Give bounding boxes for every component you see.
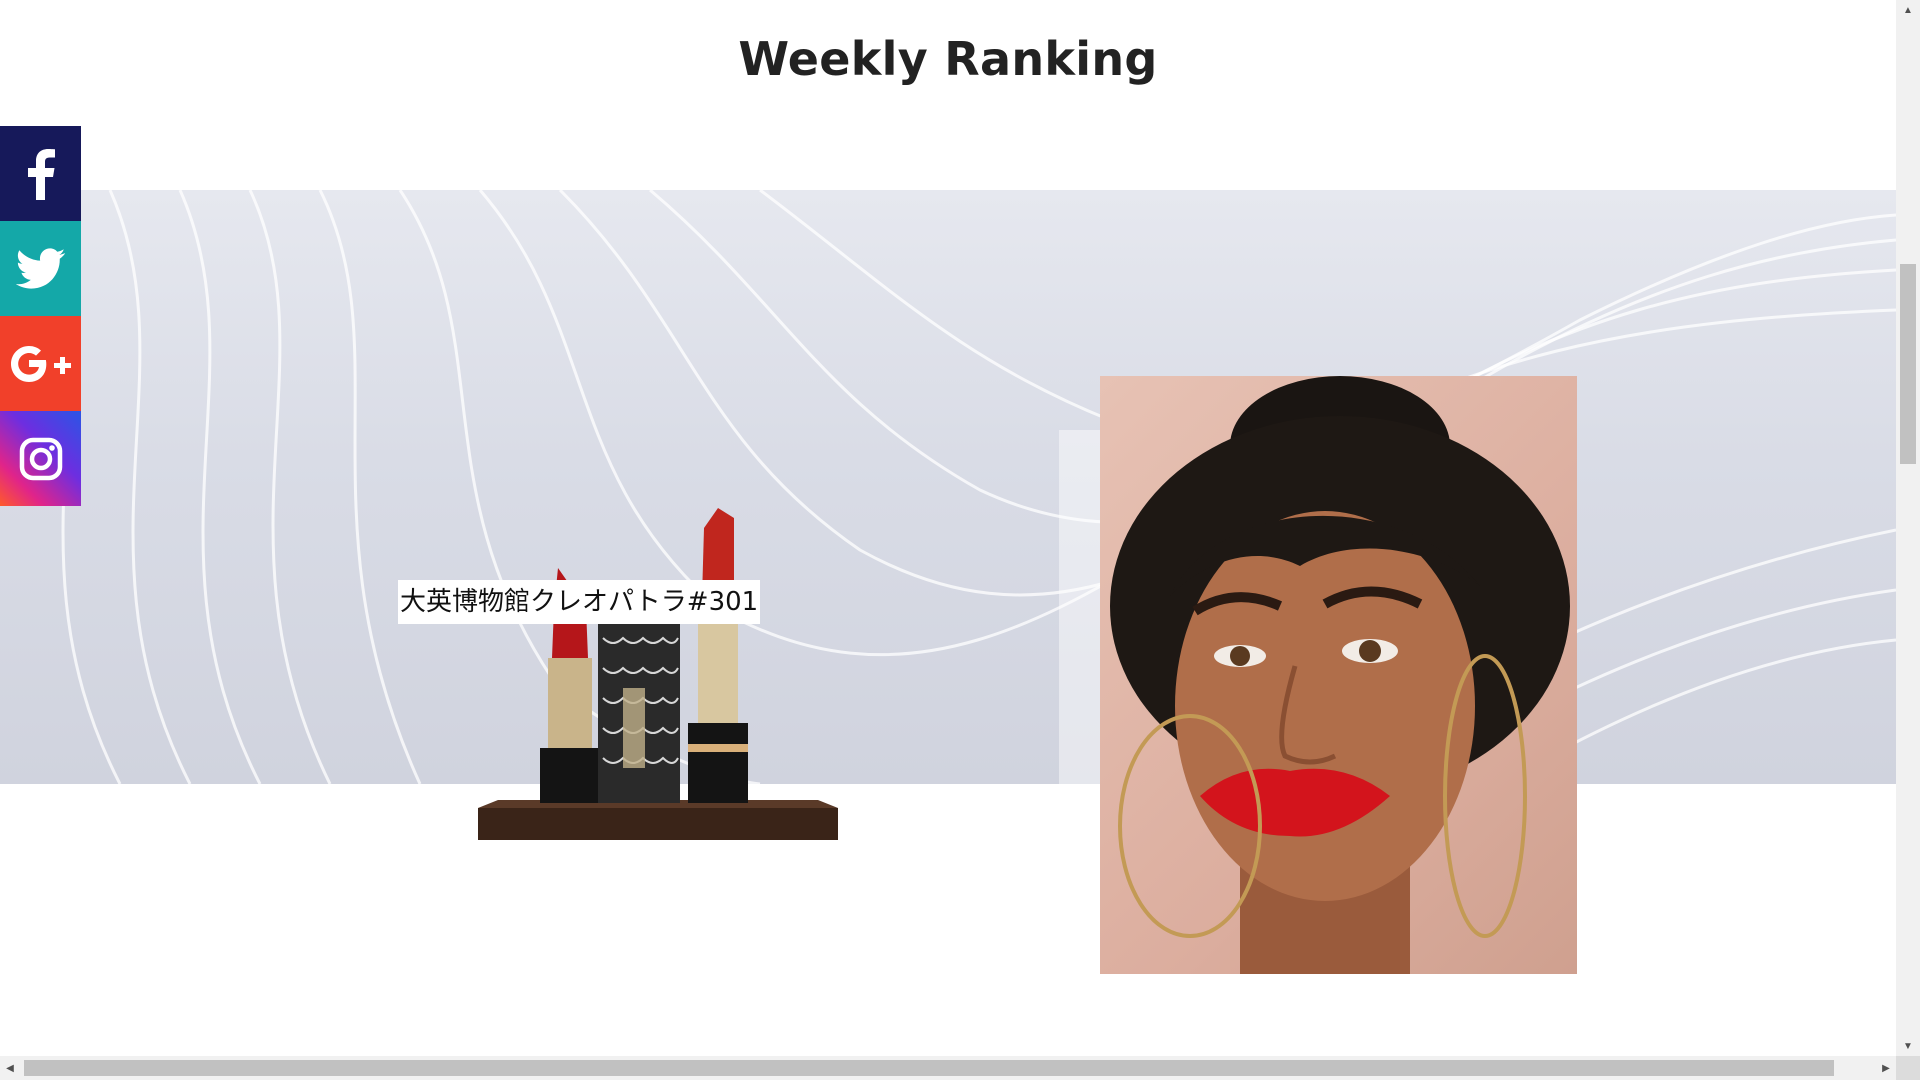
- twitter-button[interactable]: [0, 221, 81, 316]
- horizontal-scrollbar[interactable]: ◀ ▶: [0, 1056, 1896, 1080]
- instagram-button[interactable]: [0, 411, 81, 506]
- facebook-icon: [26, 148, 56, 200]
- page-viewport: Weekly Ranking 大英博物館クレオパトラ#301: [0, 0, 1896, 1056]
- google-plus-button[interactable]: [0, 316, 81, 411]
- scrollbar-corner: [1896, 1056, 1920, 1080]
- wave-lines-background: [38, 190, 1896, 784]
- product-image-lipstick-set[interactable]: [478, 508, 838, 840]
- social-share-bar: [0, 126, 81, 506]
- instagram-icon: [19, 437, 63, 481]
- google-plus-icon: [10, 344, 72, 384]
- facebook-button[interactable]: [0, 126, 81, 221]
- ranking-banner: [0, 190, 1896, 784]
- page-title: Weekly Ranking: [738, 32, 1158, 86]
- twitter-icon: [15, 247, 66, 290]
- scroll-right-arrow-icon[interactable]: ▶: [1876, 1056, 1896, 1080]
- product-name-label[interactable]: 大英博物館クレオパトラ#301: [398, 580, 761, 624]
- scroll-left-arrow-icon[interactable]: ◀: [0, 1056, 20, 1080]
- scroll-up-arrow-icon[interactable]: ▲: [1896, 0, 1920, 20]
- horizontal-scroll-thumb[interactable]: [24, 1060, 1834, 1076]
- model-portrait-image[interactable]: [1100, 376, 1577, 974]
- vertical-scrollbar[interactable]: ▲ ▼: [1896, 0, 1920, 1056]
- portrait-illustration: [1110, 376, 1570, 974]
- vertical-scroll-thumb[interactable]: [1900, 264, 1916, 464]
- lipstick-set-image: [478, 508, 838, 840]
- banner-overlay-panel: [1059, 430, 1101, 784]
- scroll-down-arrow-icon[interactable]: ▼: [1896, 1036, 1920, 1056]
